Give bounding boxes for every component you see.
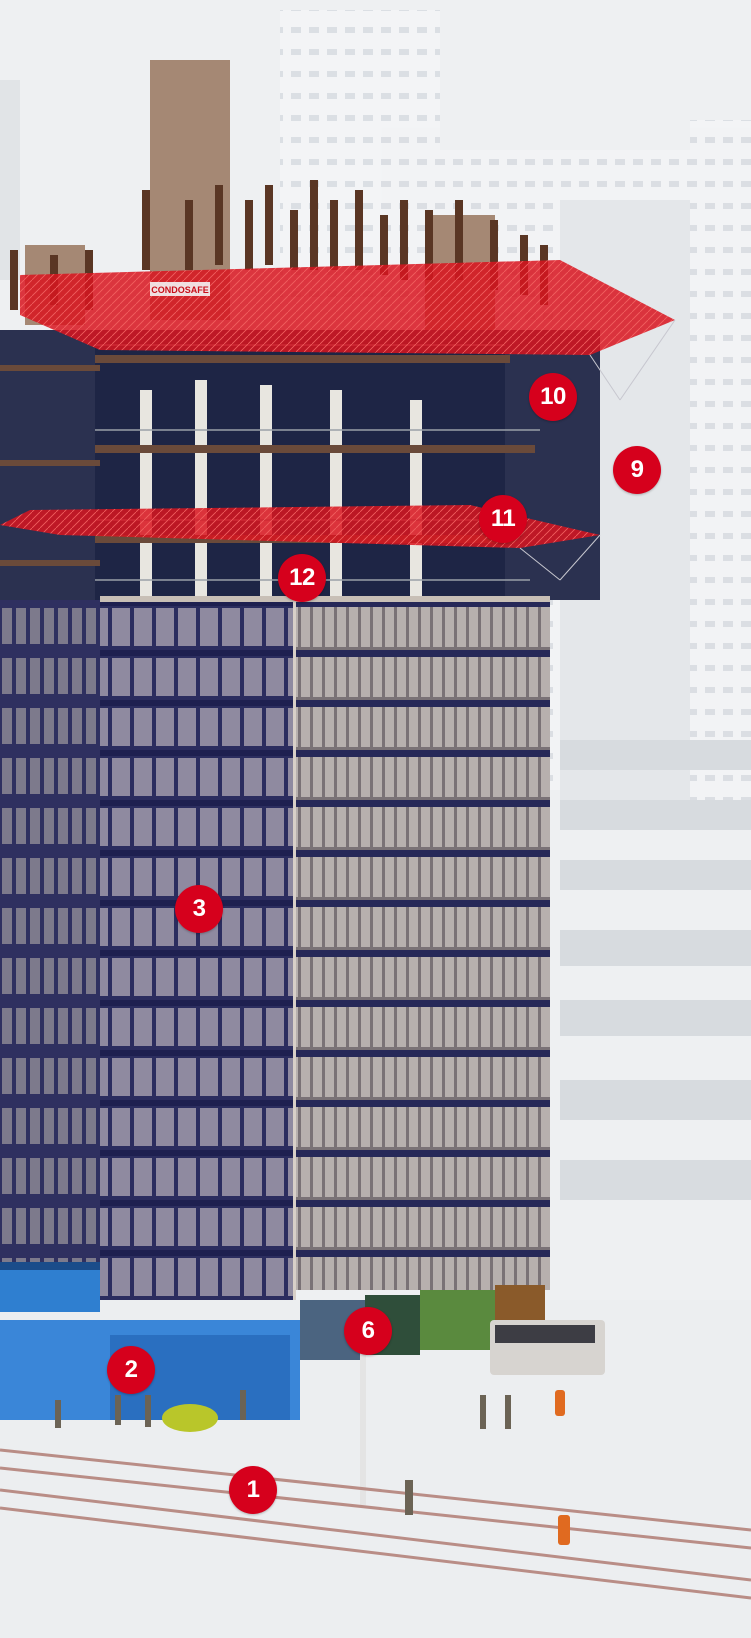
- callout-marker-3-label: 3: [192, 895, 206, 922]
- callout-marker-9-label: 9: [630, 456, 644, 483]
- callout-marker-2-label: 2: [124, 1356, 138, 1383]
- callout-marker-6[interactable]: 6: [344, 1307, 392, 1355]
- main-building: [100, 596, 550, 1300]
- net-banner-text: CONDOSAFE: [151, 285, 209, 295]
- callout-marker-10[interactable]: 10: [529, 373, 577, 421]
- callout-marker-11-label: 11: [490, 505, 516, 532]
- callout-marker-6-label: 6: [361, 1317, 375, 1344]
- callout-marker-1[interactable]: 1: [229, 1466, 277, 1514]
- callout-marker-9[interactable]: 9: [613, 446, 661, 494]
- callout-marker-12-label: 12: [289, 564, 315, 591]
- callout-marker-11[interactable]: 11: [479, 495, 527, 543]
- callout-marker-10-label: 10: [540, 383, 566, 410]
- callout-marker-1-label: 1: [246, 1476, 260, 1503]
- construction-illustration: CONDOSAFE: [0, 0, 751, 1638]
- callout-marker-2[interactable]: 2: [107, 1346, 155, 1394]
- callout-marker-3[interactable]: 3: [175, 885, 223, 933]
- callout-marker-12[interactable]: 12: [278, 554, 326, 602]
